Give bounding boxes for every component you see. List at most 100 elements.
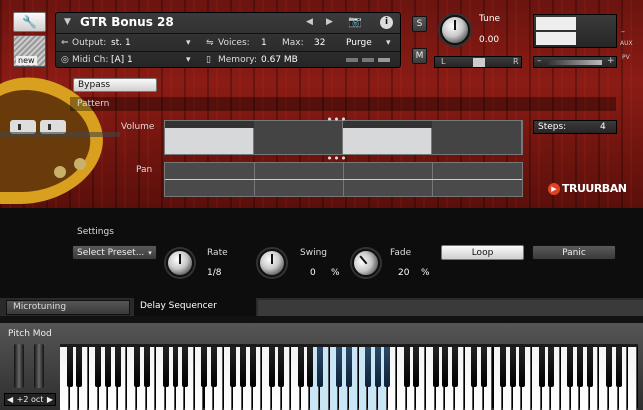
black-key[interactable]: [317, 347, 323, 387]
steps-value[interactable]: 4: [600, 122, 606, 132]
black-key[interactable]: [403, 347, 410, 387]
black-key[interactable]: [606, 347, 612, 387]
steps-label: Steps:: [538, 122, 567, 132]
swing-value: 0: [310, 268, 316, 278]
volume-step-4[interactable]: [432, 121, 522, 154]
tab-microtuning[interactable]: Microtuning: [6, 300, 130, 315]
instrument-header: ▼ GTR Bonus 28 ◀ ▶ 📷 i ⇐ Output: st. 1 ▾…: [55, 12, 401, 68]
black-key[interactable]: [95, 347, 102, 387]
black-key[interactable]: [432, 347, 439, 387]
black-key[interactable]: [239, 347, 246, 387]
pan-slider-handle[interactable]: [473, 58, 485, 67]
solo-button[interactable]: S: [412, 16, 427, 32]
mute-button[interactable]: M: [412, 48, 427, 64]
black-key[interactable]: [249, 347, 256, 387]
black-key[interactable]: [471, 347, 478, 387]
black-key[interactable]: [66, 347, 73, 387]
black-key[interactable]: [538, 347, 545, 387]
black-key[interactable]: [451, 347, 458, 387]
volume-label: Volume: [121, 122, 155, 132]
black-key[interactable]: [230, 347, 237, 387]
steps-field[interactable]: Steps: 4: [533, 120, 617, 134]
octave-up-icon[interactable]: ▶: [47, 395, 53, 404]
black-key[interactable]: [413, 347, 420, 387]
black-key[interactable]: [480, 347, 487, 387]
panic-button[interactable]: Panic: [532, 245, 616, 260]
black-key[interactable]: [307, 347, 314, 387]
black-key[interactable]: [345, 347, 352, 387]
output-value[interactable]: st. 1: [111, 38, 131, 48]
black-key[interactable]: [336, 347, 343, 387]
black-key[interactable]: [615, 347, 622, 387]
swing-knob[interactable]: [258, 249, 286, 277]
black-key[interactable]: [268, 347, 275, 387]
black-key[interactable]: [133, 347, 140, 387]
meter-dash-icon: –: [621, 27, 625, 36]
black-key[interactable]: [365, 347, 372, 387]
black-key[interactable]: [278, 347, 285, 387]
purge-dropdown[interactable]: Purge: [346, 38, 372, 48]
octave-down-icon[interactable]: ◀: [7, 395, 13, 404]
black-key[interactable]: [162, 347, 169, 387]
midi-value[interactable]: [A] 1: [111, 55, 133, 65]
black-key[interactable]: [384, 347, 391, 387]
black-key[interactable]: [567, 347, 574, 387]
pv-label[interactable]: PV: [622, 54, 630, 61]
pitch-wheel[interactable]: [14, 344, 24, 388]
pan-steps[interactable]: [164, 162, 523, 197]
volume-step-3[interactable]: [343, 128, 432, 154]
black-key[interactable]: [114, 347, 121, 387]
black-key[interactable]: [143, 347, 150, 387]
wrench-button[interactable]: 🔧: [13, 12, 46, 32]
black-key[interactable]: [442, 347, 449, 387]
black-key[interactable]: [182, 347, 189, 387]
purge-dropdown-icon[interactable]: ▾: [386, 38, 391, 48]
volume-step-2[interactable]: [254, 121, 343, 154]
aux-label[interactable]: AUX: [620, 40, 633, 47]
white-key[interactable]: [628, 347, 637, 410]
black-key[interactable]: [76, 347, 83, 387]
pan-slider[interactable]: L R: [434, 56, 522, 68]
volume-slider[interactable]: – +: [533, 56, 617, 68]
black-key[interactable]: [548, 347, 555, 387]
black-key[interactable]: [519, 347, 526, 387]
camera-icon[interactable]: 📷: [348, 15, 362, 28]
new-button[interactable]: new: [13, 35, 46, 67]
new-label: new: [16, 56, 37, 65]
prev-icon[interactable]: ◀: [306, 17, 313, 27]
black-key[interactable]: [509, 347, 516, 387]
piano-keyboard[interactable]: [60, 344, 638, 410]
black-key[interactable]: [211, 347, 218, 387]
black-key[interactable]: [586, 347, 593, 387]
tab-bar-filler: [258, 300, 643, 316]
black-key[interactable]: [297, 347, 304, 387]
black-key[interactable]: [105, 347, 112, 387]
loop-button[interactable]: Loop: [441, 245, 524, 260]
fade-value: 20: [398, 268, 410, 278]
black-key[interactable]: [500, 347, 507, 387]
output-dropdown-icon[interactable]: ▾: [186, 38, 191, 48]
rate-value: 1/8: [207, 268, 222, 278]
midi-dropdown-icon[interactable]: ▾: [186, 55, 191, 65]
volume-steps[interactable]: [164, 120, 523, 155]
pattern-label[interactable]: Pattern: [77, 99, 109, 109]
rate-knob[interactable]: [166, 249, 194, 277]
info-icon[interactable]: i: [380, 16, 393, 29]
sequencer-handle-bottom: [326, 155, 346, 161]
volume-step-1[interactable]: [165, 128, 254, 154]
max-value[interactable]: 32: [314, 38, 325, 48]
black-key[interactable]: [201, 347, 208, 387]
black-key[interactable]: [374, 347, 381, 387]
octave-shift[interactable]: ◀ +2 oct ▶: [4, 393, 56, 406]
black-key[interactable]: [172, 347, 179, 387]
tune-knob[interactable]: [440, 15, 470, 45]
select-preset-dropdown[interactable]: Select Preset... ▾: [72, 245, 157, 260]
bypass-button[interactable]: Bypass: [73, 78, 157, 92]
next-icon[interactable]: ▶: [326, 17, 333, 27]
mod-wheel[interactable]: [34, 344, 44, 388]
black-key[interactable]: [577, 347, 584, 387]
collapse-triangle-icon[interactable]: ▼: [64, 17, 71, 27]
tab-delay-sequencer[interactable]: Delay Sequencer: [134, 298, 256, 316]
preset-label: Select Preset...: [77, 247, 145, 258]
output-label: Output:: [72, 38, 107, 48]
